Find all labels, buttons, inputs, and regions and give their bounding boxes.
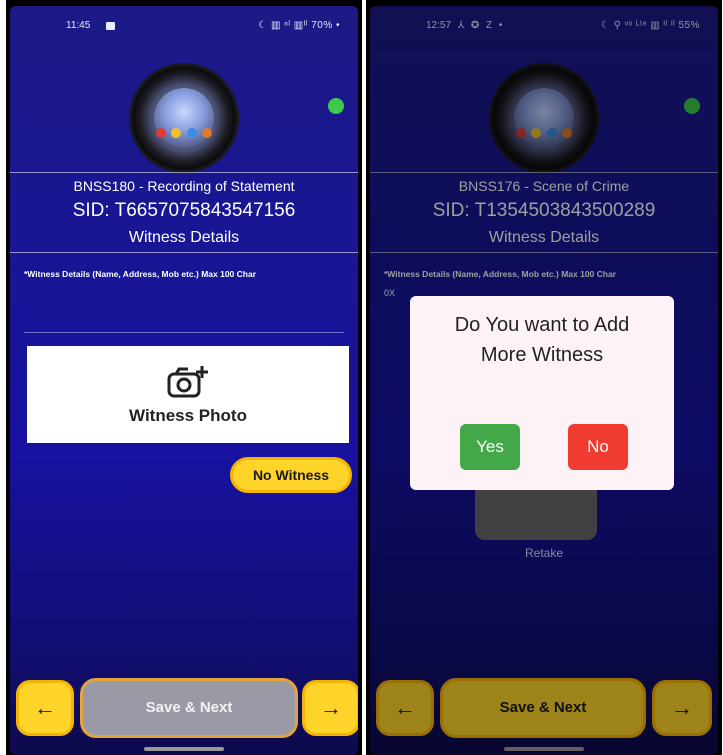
phone-screenshot-left: 11:45 ☾ ▥ ⁿˡ ▥ᴵˡ 70% • BNSS180 - Recordi… (6, 0, 362, 755)
dialog-question-line2: More Witness (480, 344, 604, 366)
status-time: 11:45 (66, 20, 91, 31)
yes-button[interactable]: Yes (460, 424, 520, 470)
witness-details-input[interactable] (24, 332, 344, 333)
online-status-indicator (328, 98, 344, 114)
dialog-question-line1: Do You want to Add (454, 314, 630, 336)
back-button[interactable]: ← (16, 680, 74, 736)
status-bar: 11:45 ☾ ▥ ⁿˡ ▥ᴵˡ 70% • (10, 20, 358, 36)
add-camera-icon (167, 365, 208, 397)
no-witness-button[interactable]: No Witness (230, 457, 352, 493)
add-witness-dialog: Do You want to Add More Witness Yes No (410, 296, 674, 490)
no-button[interactable]: No (568, 424, 628, 470)
dialog-question: Do You want to Add More Witness (410, 310, 674, 370)
next-button[interactable]: → (302, 680, 358, 736)
status-icons: ☾ ▥ ⁿˡ ▥ᴵˡ 70% • (258, 20, 340, 31)
logo-dots (156, 128, 212, 138)
bottom-navigation: ← Save & Next → (10, 674, 358, 742)
divider (10, 172, 358, 173)
save-next-button[interactable]: Save & Next (80, 678, 298, 738)
witness-photo-button[interactable]: Witness Photo (27, 346, 349, 443)
sid-label: SID: T6657075843547156 (72, 200, 296, 221)
form-code-title: BNSS180 - Recording of Statement (73, 178, 295, 194)
witness-details-hint: *Witness Details (Name, Address, Mob etc… (24, 269, 257, 279)
home-indicator[interactable] (144, 747, 224, 751)
arrow-left-icon: ← (34, 695, 56, 720)
app-logo (132, 66, 236, 170)
app-screen: 11:45 ☾ ▥ ⁿˡ ▥ᴵˡ 70% • BNSS180 - Recordi… (10, 6, 358, 755)
calendar-icon (106, 22, 115, 30)
divider (10, 252, 358, 253)
section-title: Witness Details (128, 229, 240, 246)
arrow-right-icon: → (320, 695, 342, 720)
witness-photo-label: Witness Photo (129, 405, 247, 425)
logo-emblem (154, 88, 214, 148)
app-screen: 12:57 ⅄ ✪ Z • ☾ ⚲ ᵛᵒ ᴸᵗᵉ ▥ ᴵˡ ᴵˡ 55% BNS… (370, 6, 718, 755)
phone-screenshot-right: 12:57 ⅄ ✪ Z • ☾ ⚲ ᵛᵒ ᴸᵗᵉ ▥ ᴵˡ ᴵˡ 55% BNS… (366, 0, 722, 755)
